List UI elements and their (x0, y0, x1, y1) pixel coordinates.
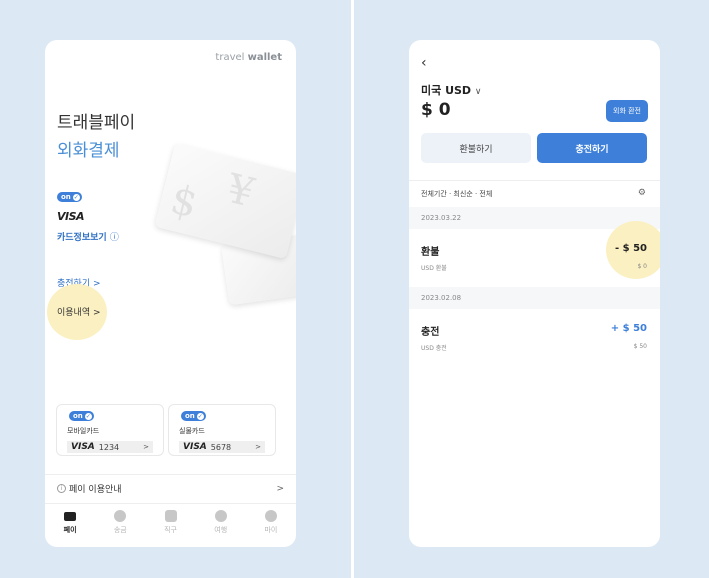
yen-symbol-icon: ¥ (222, 165, 259, 217)
chevron-right-icon: > (143, 443, 149, 451)
brand-logo: travel wallet (215, 52, 282, 63)
coin-icon (114, 510, 127, 522)
dollar-symbol-icon: $ (166, 176, 203, 228)
tab-label: 송금 (113, 526, 127, 534)
visa-logo: VISA (71, 442, 95, 452)
chevron-right-icon: > (276, 483, 284, 494)
card-info-link[interactable]: 카드정보보기 ⓘ (57, 230, 119, 243)
physical-card-label: 실물카드 (179, 427, 205, 435)
transaction-title[interactable]: 환불 (421, 243, 439, 258)
transaction-subtitle: USD 환불 (421, 265, 447, 272)
date-header: 2023.02.08 (409, 287, 660, 309)
tab-direct-purchase[interactable]: 직구 (145, 504, 195, 547)
mobile-card-toggle[interactable]: on ✓ (69, 411, 94, 421)
history-link[interactable]: 이용내역 > (57, 305, 101, 318)
screen-divider (351, 0, 354, 578)
bottom-tab-bar: 페이 송금 직구 여행 마이 (45, 503, 296, 547)
currency-selector[interactable]: 미국 USD ∨ (421, 82, 482, 98)
refund-button[interactable]: 환불하기 (421, 133, 531, 163)
wallet-detail-screen: ‹ 미국 USD ∨ $ 0 외화 환전 환불하기 충전하기 전체기간 · 최신… (409, 40, 660, 547)
card-image-front: ¥ $ (154, 142, 296, 260)
balance-amount: $ 0 (421, 100, 451, 120)
tab-pay[interactable]: 페이 (45, 504, 95, 547)
mobile-card-tile[interactable]: on ✓ 모바일카드 VISA 1234 > (56, 404, 164, 456)
tab-travel[interactable]: 여행 (196, 504, 246, 547)
card-number: 5678 (210, 442, 232, 452)
person-icon (264, 510, 277, 522)
transaction-balance: $ 50 (633, 343, 647, 350)
transaction-title[interactable]: 충전 (421, 323, 439, 338)
chevron-right-icon: > (255, 443, 261, 451)
card-icon (64, 512, 77, 521)
tab-remit[interactable]: 송금 (95, 504, 145, 547)
plane-icon (214, 510, 227, 522)
physical-card-toggle[interactable]: on ✓ (181, 411, 206, 421)
check-icon: ✓ (196, 412, 204, 420)
check-icon: ✓ (72, 193, 80, 201)
transaction-subtitle: USD 충전 (421, 345, 447, 352)
page-subtitle: 외화결제 (57, 141, 120, 161)
pay-toggle[interactable]: on ✓ (57, 192, 82, 202)
physical-card-tile[interactable]: on ✓ 실물카드 VISA 5678 > (168, 404, 276, 456)
info-icon: ⓘ (109, 233, 119, 243)
pay-screen: travel wallet 트래블페이 외화결제 ¥ $ on ✓ VISA 카드… (45, 40, 296, 547)
section-divider (409, 180, 660, 181)
fx-exchange-button[interactable]: 외화 환전 (606, 100, 648, 122)
chevron-down-icon: ∨ (474, 87, 482, 97)
tab-label: 페이 (63, 526, 77, 534)
transaction-amount: + $ 50 (610, 323, 647, 334)
page-title: 트래블페이 (57, 113, 136, 133)
charge-button[interactable]: 충전하기 (537, 133, 647, 163)
mobile-card-number-bar[interactable]: VISA 1234 > (67, 441, 153, 453)
info-icon: i (57, 484, 66, 493)
physical-card-number-bar[interactable]: VISA 5678 > (179, 441, 265, 453)
visa-logo: VISA (183, 442, 207, 452)
tab-my[interactable]: 마이 (246, 504, 296, 547)
visa-logo: VISA (57, 210, 85, 223)
pay-guide-row[interactable]: i 페이 이용안내 > (45, 474, 296, 502)
transaction-balance: $ 0 (637, 263, 647, 270)
pay-guide-label: 페이 이용안내 (69, 485, 122, 495)
bag-icon (164, 510, 177, 522)
tab-label: 직구 (164, 526, 177, 534)
back-chevron-icon[interactable]: ‹ (421, 55, 427, 71)
tab-label: 여행 (214, 526, 228, 534)
transaction-amount: - $ 50 (615, 243, 647, 254)
tab-label: 마이 (264, 526, 278, 534)
mobile-card-label: 모바일카드 (67, 427, 100, 435)
filter-settings-icon[interactable]: ⚙ (638, 188, 646, 198)
filter-summary[interactable]: 전체기간 · 최신순 · 전체 (421, 189, 492, 199)
check-icon: ✓ (84, 412, 92, 420)
card-number: 1234 (98, 442, 120, 452)
